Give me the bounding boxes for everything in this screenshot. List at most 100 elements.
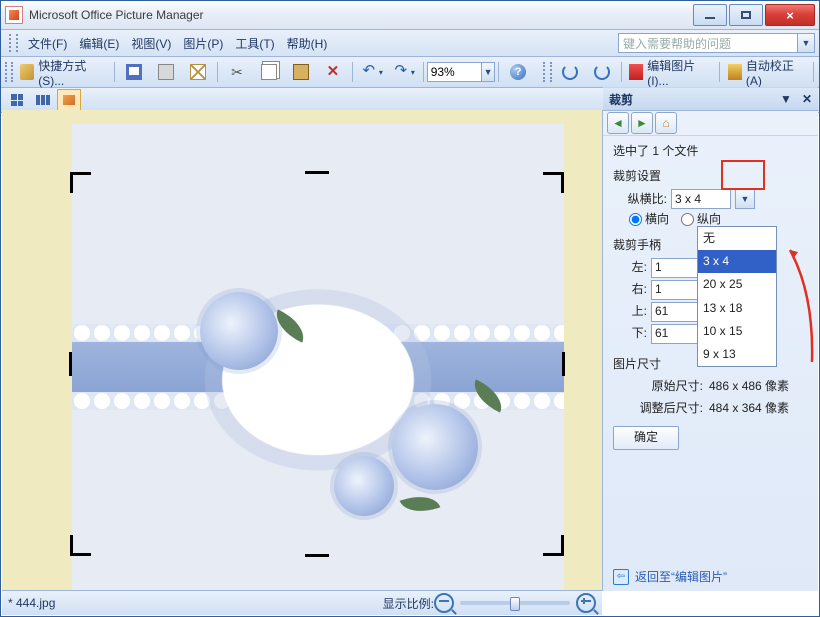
delete-button[interactable]: ✕ — [318, 60, 348, 84]
crop-top-input[interactable]: 61 — [651, 302, 703, 322]
save-button[interactable] — [119, 60, 149, 84]
minimize-button[interactable] — [693, 4, 727, 26]
taskpane-nav: ◄ ► ⌂ — [603, 111, 818, 136]
crop-bottom-input[interactable]: 61 — [651, 324, 703, 344]
orientation-horizontal-radio[interactable] — [629, 213, 642, 226]
undo-button[interactable]: ↶▾ — [357, 60, 387, 84]
crop-left-value: 1 — [655, 258, 662, 277]
crop-handle-tl[interactable] — [70, 172, 91, 193]
menu-tools[interactable]: 工具(T) — [229, 32, 280, 55]
maximize-button[interactable] — [729, 4, 763, 26]
toolbar-grip[interactable] — [543, 62, 551, 82]
wand-icon — [20, 64, 34, 80]
crop-handle-left[interactable] — [69, 352, 72, 376]
cut-button[interactable]: ✂ — [222, 60, 252, 84]
redo-icon: ↷ — [393, 64, 409, 80]
canvas-area[interactable] — [2, 110, 602, 591]
rotate-right-button[interactable] — [587, 60, 617, 84]
nav-home-button[interactable]: ⌂ — [655, 112, 677, 134]
crop-right-input[interactable]: 1 — [651, 280, 703, 300]
menu-view[interactable]: 视图(V) — [125, 32, 177, 55]
menu-file[interactable]: 文件(F) — [22, 32, 73, 55]
original-size-value: 486 x 486 像素 — [709, 377, 789, 396]
crop-handle-bottom[interactable] — [305, 554, 329, 557]
mail-button[interactable] — [183, 60, 213, 84]
crop-bottom-label: 下: — [613, 324, 647, 343]
crop-handle-br[interactable] — [543, 535, 564, 556]
aspect-option[interactable]: 无 — [698, 227, 776, 250]
taskpane-header: 裁剪 ▼ ✕ — [603, 87, 818, 111]
help-search-input[interactable]: 键入需要帮助的问题 — [618, 33, 798, 53]
orientation-horizontal-label: 横向 — [645, 210, 669, 229]
crop-right-value: 1 — [655, 280, 662, 299]
menu-picture[interactable]: 图片(P) — [177, 32, 229, 55]
crop-rectangle[interactable] — [72, 174, 562, 554]
toolbar-main: 快捷方式(S)... ✂ ✕ ↶▾ ↷▾ 93% ▼ ? 编辑图片(I)... … — [1, 57, 819, 88]
orientation-vertical-radio[interactable] — [681, 213, 694, 226]
aspect-ratio-label: 纵横比: — [613, 190, 667, 209]
toolbar-grip[interactable] — [9, 34, 18, 52]
undo-icon: ↶ — [361, 64, 377, 80]
cut-icon: ✂ — [229, 64, 245, 80]
help-button[interactable]: ? — [503, 60, 533, 84]
copy-button[interactable] — [254, 60, 284, 84]
rotate-left-button[interactable] — [555, 60, 585, 84]
zoom-slider-thumb[interactable] — [510, 597, 520, 611]
zoom-slider[interactable] — [460, 601, 570, 605]
back-link-label: 返回至“编辑图片” — [635, 568, 727, 585]
crop-left-input[interactable]: 1 — [651, 258, 703, 278]
aspect-ratio-dropdown[interactable]: 无 3 x 4 20 x 25 13 x 18 10 x 15 9 x 13 — [697, 226, 777, 367]
crop-top-value: 61 — [655, 302, 668, 321]
nav-back-button[interactable]: ◄ — [607, 112, 629, 134]
crop-handle-right[interactable] — [562, 352, 565, 376]
toolbar-grip[interactable] — [5, 62, 13, 82]
zoom-out-button[interactable] — [434, 593, 454, 613]
filmstrip-icon — [36, 95, 50, 105]
crop-settings-header: 裁剪设置 — [613, 167, 808, 186]
shortcut-label: 快捷方式(S)... — [34, 57, 106, 88]
view-single-button[interactable] — [57, 89, 81, 111]
nav-forward-button[interactable]: ► — [631, 112, 653, 134]
menu-edit[interactable]: 编辑(E) — [73, 32, 125, 55]
aspect-ratio-input[interactable]: 3 x 4 — [671, 189, 731, 209]
zoom-in-button[interactable] — [576, 593, 596, 613]
shortcut-button[interactable]: 快捷方式(S)... — [16, 60, 110, 84]
close-button[interactable]: × — [765, 4, 815, 26]
zoom-input[interactable]: 93% — [427, 62, 482, 82]
auto-correct-button[interactable]: 自动校正(A) — [724, 60, 809, 84]
redo-button[interactable]: ↷▾ — [389, 60, 419, 84]
aspect-option[interactable]: 10 x 15 — [698, 320, 776, 343]
rotate-right-icon — [594, 64, 610, 80]
aspect-option[interactable]: 13 x 18 — [698, 297, 776, 320]
back-to-edit-link[interactable]: ⇦ 返回至“编辑图片” — [613, 568, 727, 585]
aspect-option[interactable]: 3 x 4 — [698, 250, 776, 273]
crop-handle-top[interactable] — [305, 171, 329, 174]
save-icon — [126, 64, 142, 80]
menu-help[interactable]: 帮助(H) — [281, 32, 334, 55]
zoom-dropdown[interactable]: ▼ — [482, 62, 495, 82]
crop-handle-tr[interactable] — [543, 172, 564, 193]
print-button[interactable] — [151, 60, 181, 84]
crop-bottom-value: 61 — [655, 324, 668, 343]
view-thumbnails-button[interactable] — [5, 89, 29, 111]
menu-bar: 文件(F) 编辑(E) 视图(V) 图片(P) 工具(T) 帮助(H) 键入需要… — [1, 30, 819, 57]
title-bar: Microsoft Office Picture Manager × — [1, 1, 819, 30]
view-filmstrip-button[interactable] — [31, 89, 55, 111]
taskpane-close-button[interactable]: ✕ — [802, 92, 812, 106]
status-bar: * 444.jpg 显示比例: — [2, 590, 602, 615]
ok-button[interactable]: 确定 — [613, 426, 679, 450]
paste-button[interactable] — [286, 60, 316, 84]
selection-count: 选中了 1 个文件 — [613, 142, 808, 161]
aspect-option[interactable]: 20 x 25 — [698, 273, 776, 296]
task-pane: 裁剪 ▼ ✕ ◄ ► ⌂ 选中了 1 个文件 裁剪设置 纵横比: 3 x 4 ▼ — [602, 110, 818, 591]
ok-label: 确定 — [634, 428, 658, 447]
taskpane-menu-button[interactable]: ▼ — [780, 92, 792, 106]
crop-handle-bl[interactable] — [70, 535, 91, 556]
help-icon: ? — [510, 64, 526, 80]
aspect-ratio-dropdown-button[interactable]: ▼ — [735, 189, 755, 209]
aspect-option[interactable]: 9 x 13 — [698, 343, 776, 366]
orientation-horizontal[interactable]: 横向 — [629, 210, 669, 229]
edit-pictures-button[interactable]: 编辑图片(I)... — [625, 60, 715, 84]
print-icon — [158, 64, 174, 80]
help-search-dropdown[interactable]: ▼ — [798, 33, 815, 53]
